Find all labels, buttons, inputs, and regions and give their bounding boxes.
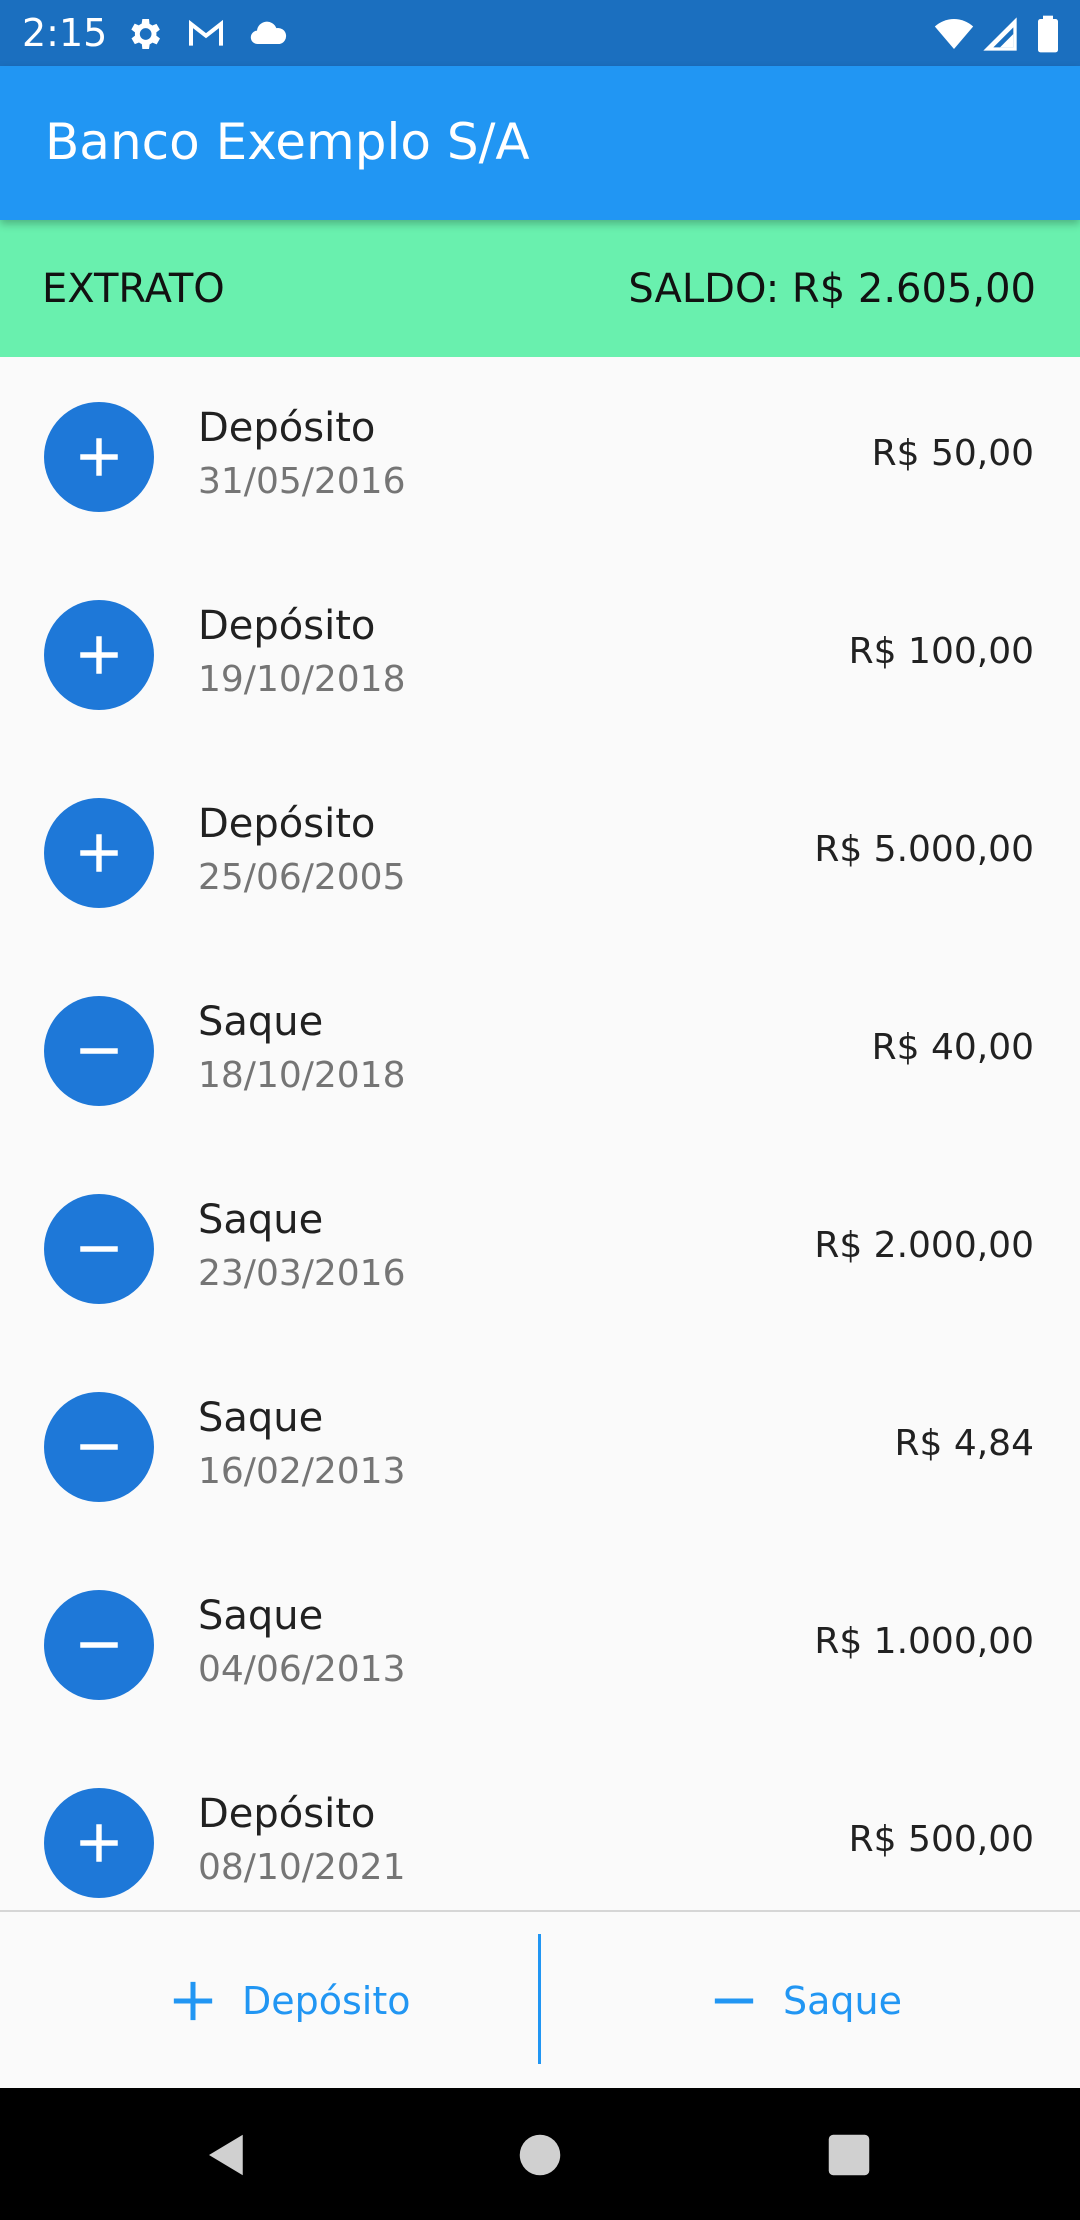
transaction-title: Saque xyxy=(198,1593,324,1639)
transaction-amount: R$ 2.000,00 xyxy=(814,1225,1034,1266)
transaction-title: Depósito xyxy=(198,603,376,649)
transaction-amount: R$ 500,00 xyxy=(848,1819,1034,1860)
transaction-title: Saque xyxy=(198,999,324,1045)
wifi-icon xyxy=(934,14,974,54)
transaction-amount: R$ 4,84 xyxy=(894,1423,1034,1464)
transaction-date: 31/05/2016 xyxy=(198,461,406,502)
transaction-row[interactable]: Saque 18/10/2018 R$ 40,00 xyxy=(0,951,1080,1149)
transaction-amount: R$ 1.000,00 xyxy=(814,1621,1034,1662)
transaction-row[interactable]: Depósito 31/05/2016 R$ 50,00 xyxy=(0,357,1080,555)
transaction-date: 16/02/2013 xyxy=(198,1451,406,1492)
plus-icon xyxy=(44,798,154,908)
minus-icon xyxy=(44,1392,154,1502)
recents-icon[interactable] xyxy=(822,2128,876,2182)
transaction-date: 18/10/2018 xyxy=(198,1055,406,1096)
transaction-date: 23/03/2016 xyxy=(198,1253,406,1294)
transaction-title: Saque xyxy=(198,1395,324,1441)
transaction-title: Depósito xyxy=(198,801,376,847)
minus-icon xyxy=(44,1590,154,1700)
transaction-date: 04/06/2013 xyxy=(198,1649,406,1690)
statement-label: EXTRATO xyxy=(42,266,225,312)
action-bar: Depósito Saque xyxy=(0,1910,1080,2088)
minus-icon xyxy=(711,1978,757,2024)
transaction-date: 08/10/2021 xyxy=(198,1847,406,1888)
status-bar: 2:15 xyxy=(0,0,1080,66)
minus-icon xyxy=(44,1194,154,1304)
transaction-date: 19/10/2018 xyxy=(198,659,406,700)
home-icon[interactable] xyxy=(513,2128,567,2182)
transaction-row[interactable]: Saque 23/03/2016 R$ 2.000,00 xyxy=(0,1149,1080,1347)
transaction-amount: R$ 5.000,00 xyxy=(814,829,1034,870)
withdraw-button-label: Saque xyxy=(783,1979,902,2023)
plus-icon xyxy=(170,1978,216,2024)
transaction-title: Saque xyxy=(198,1197,324,1243)
balance-header: EXTRATO SALDO: R$ 2.605,00 xyxy=(0,220,1080,357)
transaction-amount: R$ 100,00 xyxy=(848,631,1034,672)
deposit-button[interactable]: Depósito xyxy=(0,1912,538,2088)
transaction-row[interactable]: Depósito 08/10/2021 R$ 500,00 xyxy=(0,1743,1080,1910)
transaction-row[interactable]: Saque 16/02/2013 R$ 4,84 xyxy=(0,1347,1080,1545)
status-time: 2:15 xyxy=(22,11,108,55)
deposit-button-label: Depósito xyxy=(242,1979,411,2023)
gmail-icon xyxy=(186,14,226,54)
transaction-amount: R$ 50,00 xyxy=(871,433,1034,474)
screen: 2:15 Banco Exemplo S/A EXTRATO SALDO: R$… xyxy=(0,0,1080,2220)
app-title: Banco Exemplo S/A xyxy=(45,113,530,171)
plus-icon xyxy=(44,1788,154,1898)
balance-value: SALDO: R$ 2.605,00 xyxy=(628,266,1036,312)
plus-icon xyxy=(44,600,154,710)
cloud-icon xyxy=(248,14,288,54)
signal-icon xyxy=(980,14,1020,54)
transaction-row[interactable]: Saque 04/06/2013 R$ 1.000,00 xyxy=(0,1545,1080,1743)
withdraw-button[interactable]: Saque xyxy=(541,1912,1079,2088)
settings-icon xyxy=(124,14,164,54)
transaction-amount: R$ 40,00 xyxy=(871,1027,1034,1068)
back-icon[interactable] xyxy=(200,2128,254,2182)
battery-icon xyxy=(1028,14,1068,54)
transaction-row[interactable]: Depósito 25/06/2005 R$ 5.000,00 xyxy=(0,753,1080,951)
app-bar: Banco Exemplo S/A xyxy=(0,66,1080,220)
transaction-row[interactable]: Depósito 19/10/2018 R$ 100,00 xyxy=(0,555,1080,753)
transaction-date: 25/06/2005 xyxy=(198,857,406,898)
minus-icon xyxy=(44,996,154,1106)
transaction-list[interactable]: Depósito 31/05/2016 R$ 50,00 Depósito 19… xyxy=(0,357,1080,1910)
transaction-title: Depósito xyxy=(198,1791,376,1837)
navigation-bar xyxy=(0,2088,1080,2220)
plus-icon xyxy=(44,402,154,512)
transaction-title: Depósito xyxy=(198,405,376,451)
